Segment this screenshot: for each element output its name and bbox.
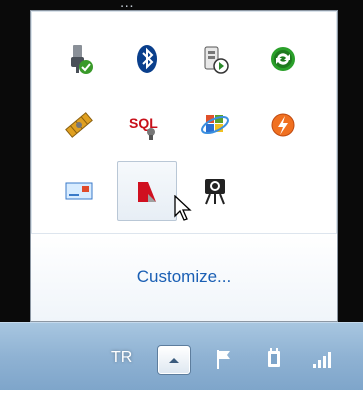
- chevron-up-icon: [169, 358, 179, 363]
- messenger-card-icon[interactable]: [49, 161, 109, 221]
- notification-overflow-flyout: SQL Customize...: [30, 10, 338, 322]
- sync-icon[interactable]: [253, 29, 313, 89]
- svg-text:SQL: SQL: [129, 115, 158, 131]
- satellite-icon[interactable]: [49, 95, 109, 155]
- customize-link[interactable]: Customize...: [31, 267, 337, 287]
- language-indicator[interactable]: TR: [111, 349, 132, 367]
- page-bottom: [0, 390, 363, 417]
- action-center-flag-icon[interactable]: [212, 347, 236, 371]
- taskbar: TR: [0, 322, 363, 391]
- show-hidden-icons-button[interactable]: [158, 346, 190, 374]
- media-device-icon[interactable]: [185, 29, 245, 89]
- mouse-cursor-icon: [174, 195, 192, 221]
- network-signal-icon[interactable]: [310, 347, 334, 371]
- power-icon[interactable]: [262, 347, 286, 371]
- windows-update-icon[interactable]: [185, 95, 245, 155]
- bluetooth-icon[interactable]: [117, 29, 177, 89]
- kaspersky-icon[interactable]: [117, 161, 177, 221]
- sql-server-icon[interactable]: SQL: [117, 95, 177, 155]
- usb-safely-remove-icon[interactable]: [49, 29, 109, 89]
- flash-icon[interactable]: [253, 95, 313, 155]
